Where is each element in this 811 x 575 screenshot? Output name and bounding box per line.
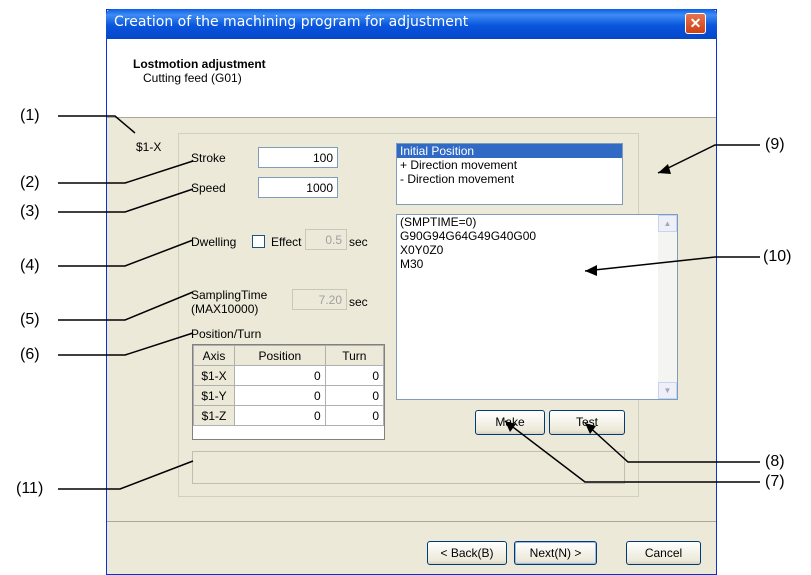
callout-line-8: [584, 422, 760, 463]
callout-line-3: [58, 188, 194, 213]
arrowhead-10: [585, 265, 597, 276]
callout-2: (2): [20, 174, 40, 191]
arrowhead-9: [658, 164, 671, 174]
callout-6: (6): [20, 346, 40, 363]
callout-11: (11): [16, 480, 44, 497]
callout-3: (3): [20, 203, 40, 220]
callout-line-5: [58, 291, 194, 321]
callout-line-7: [504, 420, 760, 483]
callout-lines: [58, 115, 760, 490]
callout-1: (1): [20, 107, 40, 124]
callout-10: (10): [763, 248, 792, 265]
callout-line-4: [58, 239, 194, 267]
callout-line-2: [58, 160, 194, 184]
callout-5: (5): [20, 311, 40, 328]
callout-line-6: [58, 332, 194, 356]
callout-line-9: [657, 144, 760, 174]
callout-line-11: [58, 460, 194, 490]
arrowhead-7: [505, 421, 516, 432]
callout-line-1: [58, 115, 136, 134]
callout-7: (7): [765, 473, 785, 490]
callout-8: (8): [765, 453, 785, 470]
callout-line-10: [584, 256, 760, 272]
callout-4: (4): [20, 257, 40, 274]
callout-9: (9): [765, 136, 785, 153]
